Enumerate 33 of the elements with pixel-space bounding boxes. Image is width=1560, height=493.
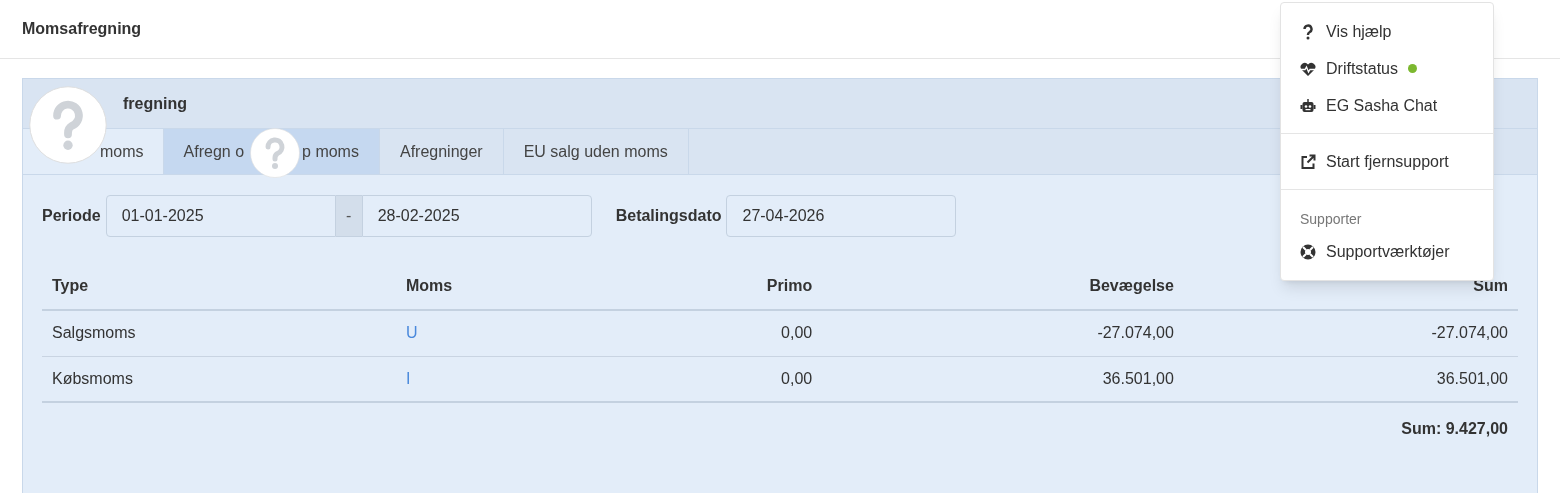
menu-item[interactable]: Vis hjælp (1326, 19, 1392, 44)
date-field[interactable]: 28-02-2025 (361, 195, 592, 237)
page-title: Momsafregning (22, 19, 142, 39)
table-cell: -27.074,00 (1097, 324, 1174, 342)
menu-item[interactable]: Start fjernsupport (1326, 149, 1449, 174)
table-cell: 36.501,00 (1436, 369, 1508, 387)
table-cell: Salgsmoms (52, 324, 136, 342)
menu-section-header: Supporter (1300, 211, 1362, 227)
field-label: Betalingsdato (615, 206, 722, 226)
lifebuoy-icon (1300, 243, 1316, 260)
column-header: Primo (766, 276, 813, 294)
external-link-icon (1300, 153, 1316, 170)
column-header: Bevægelse (1089, 276, 1174, 294)
range-separator: - (335, 195, 362, 237)
date-field[interactable]: 01-01-2025 (105, 195, 336, 237)
column-header: Type (52, 276, 89, 294)
menu-item[interactable]: Supportværktøjer (1326, 239, 1450, 264)
question-icon (1300, 23, 1316, 40)
table-cell: Købsmoms (52, 369, 133, 387)
help-hotspot-tooltip[interactable] (250, 128, 300, 178)
table-cell: 0,00 (781, 324, 813, 342)
total-sum: Sum: 9.427,00 (1401, 419, 1508, 439)
menu-item[interactable]: Driftstatus (1326, 56, 1398, 81)
table-cell: 36.501,00 (1102, 369, 1174, 387)
date-field[interactable]: 27-04-2026 (726, 195, 957, 237)
table-cell: 0,00 (781, 369, 813, 387)
heartbeat-icon (1300, 60, 1316, 77)
menu-item[interactable]: EG Sasha Chat (1326, 93, 1438, 118)
robot-icon (1300, 97, 1316, 114)
field-label: Periode (42, 206, 101, 226)
column-header: Moms (406, 276, 453, 294)
panel-title: fregning (123, 93, 187, 114)
table-cell: -27.074,00 (1431, 324, 1508, 342)
